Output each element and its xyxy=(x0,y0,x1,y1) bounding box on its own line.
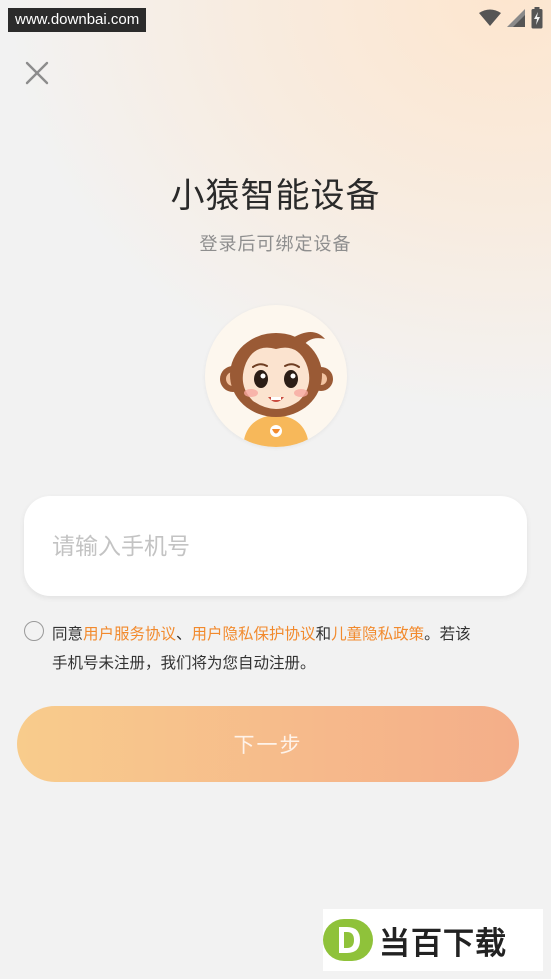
signal-icon xyxy=(507,9,525,27)
avatar xyxy=(205,305,347,447)
system-icons xyxy=(479,7,543,29)
agreement-prefix: 同意 xyxy=(52,625,84,643)
battery-charging-icon xyxy=(531,7,543,29)
monkey-mascot-image xyxy=(220,332,333,447)
wifi-icon xyxy=(479,9,501,26)
close-button[interactable] xyxy=(22,58,52,88)
download-site-logo: 当百下载 xyxy=(323,909,543,971)
phone-field[interactable] xyxy=(24,496,527,596)
logo-text: 当百下载 xyxy=(379,925,507,962)
agreement-checkbox[interactable] xyxy=(24,621,44,641)
logo-d-icon xyxy=(323,919,373,961)
agreement-line-2: 手机号未注册，我们将为您自动注册。 xyxy=(52,654,316,672)
status-bar: www.downbai.com xyxy=(0,0,551,36)
page-subtitle: 登录后可绑定设备 xyxy=(199,234,352,255)
privacy-protection-agreement-link[interactable]: 用户隐私保护协议 xyxy=(192,625,316,643)
agreement-separator-2: 和 xyxy=(315,625,332,643)
agreement-suffix: 。若该 xyxy=(424,625,471,643)
page-title: 小猿智能设备 xyxy=(170,176,381,216)
close-icon xyxy=(25,61,49,85)
agreement-separator-1: 、 xyxy=(176,625,192,643)
agreement-line-1: 同意用户服务协议、用户隐私保护协议和儿童隐私政策。若该 xyxy=(52,620,549,649)
watermark: www.downbai.com xyxy=(8,8,147,32)
agreement-text: 同意用户服务协议、用户隐私保护协议和儿童隐私政策。若该 手机号未注册，我们将为您… xyxy=(52,620,549,678)
user-service-agreement-link[interactable]: 用户服务协议 xyxy=(83,625,176,643)
child-privacy-policy-link[interactable]: 儿童隐私政策 xyxy=(331,625,424,643)
next-button[interactable]: 下一步 xyxy=(17,706,519,782)
phone-input[interactable] xyxy=(50,524,494,570)
